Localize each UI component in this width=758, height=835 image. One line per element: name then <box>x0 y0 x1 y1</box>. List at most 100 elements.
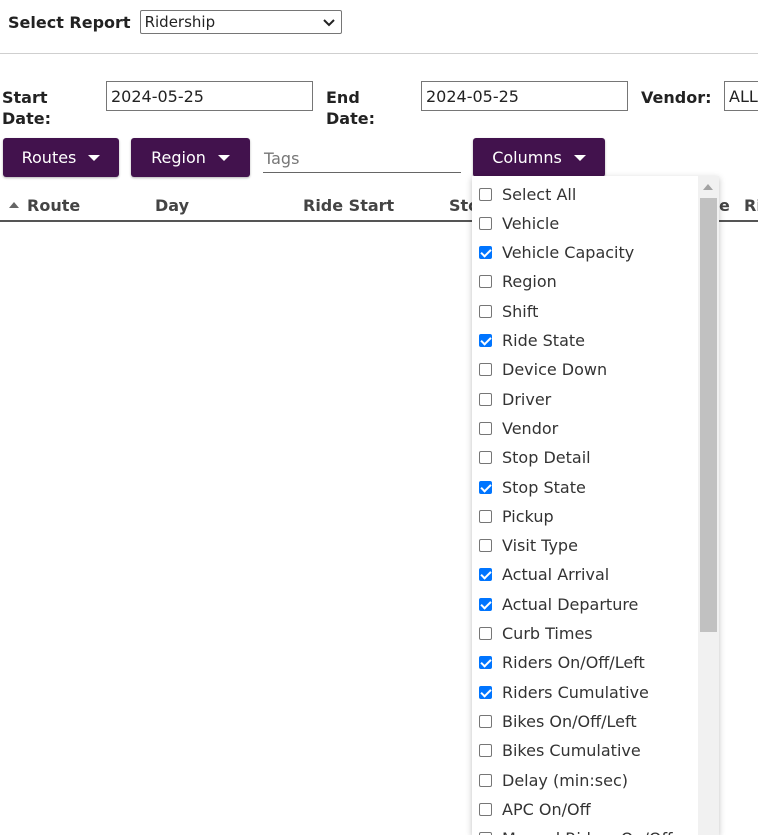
checkbox[interactable] <box>479 334 492 347</box>
column-option[interactable]: Actual Arrival <box>479 563 609 587</box>
columns-dropdown[interactable]: Select All Vehicle Vehicle Capacity Region S… <box>472 176 719 835</box>
checkbox[interactable] <box>479 363 492 377</box>
checkbox[interactable] <box>479 714 492 728</box>
routes-button-label: Routes <box>21 148 77 167</box>
checkbox[interactable] <box>479 451 492 465</box>
column-option-label: Manual Riders On/Off <box>502 829 673 835</box>
dropdown-scrollbar[interactable] <box>698 176 719 835</box>
checkbox[interactable] <box>479 627 492 640</box>
start-date-label-line2: Date: <box>2 109 51 128</box>
column-option[interactable]: Device Down <box>479 358 607 382</box>
column-option-label: Pickup <box>502 506 554 526</box>
column-option-label: Riders On/Off/Left <box>502 653 645 673</box>
column-option-label: Actual Arrival <box>502 565 610 585</box>
columns-button-label: Columns <box>492 148 562 167</box>
column-option-label: Vehicle <box>502 213 560 233</box>
checkbox[interactable] <box>479 216 492 230</box>
checkbox[interactable] <box>479 275 492 289</box>
report-page: Select Report Ridership Start Date: 2024… <box>0 0 758 835</box>
column-option-label: Vehicle Capacity <box>502 243 635 263</box>
checkbox[interactable] <box>479 421 492 435</box>
checkbox[interactable] <box>479 773 492 787</box>
end-date-label-line1: End <box>326 88 360 107</box>
checkbox[interactable] <box>479 656 492 670</box>
column-option-label: Visit Type <box>502 536 578 556</box>
column-header-route[interactable]: Route <box>9 196 80 215</box>
column-option[interactable]: Shift <box>479 299 538 323</box>
end-date-input[interactable]: 2024-05-25 <box>421 81 628 111</box>
column-option[interactable]: Vendor <box>479 416 558 440</box>
tags-placeholder: Tags <box>264 149 300 168</box>
column-header-partial[interactable]: e <box>719 196 730 215</box>
column-header-route-label: Route <box>27 196 81 215</box>
columns-button[interactable]: Columns <box>473 138 605 177</box>
column-option[interactable]: Select All <box>479 182 576 206</box>
column-option-label: Shift <box>502 301 539 321</box>
column-option[interactable]: APC On/Off <box>479 797 591 821</box>
checkbox[interactable] <box>479 744 492 758</box>
column-option[interactable]: Bikes Cumulative <box>479 739 641 763</box>
column-option[interactable]: Ride State <box>479 329 585 353</box>
column-option-label: Riders Cumulative <box>502 682 649 702</box>
tags-input[interactable]: Tags <box>263 145 461 173</box>
column-option[interactable]: Stop Detail <box>479 446 591 470</box>
column-option-label: Device Down <box>502 360 608 380</box>
routes-button[interactable]: Routes <box>3 138 119 177</box>
select-report-label: Select Report <box>8 12 131 32</box>
checkbox[interactable] <box>479 187 492 201</box>
report-selector-row: Select Report Ridership <box>8 10 342 34</box>
checkbox[interactable] <box>479 480 492 494</box>
column-option[interactable]: Driver <box>479 387 551 411</box>
sort-ascending-icon <box>9 202 19 208</box>
checkbox[interactable] <box>479 392 492 406</box>
report-select[interactable]: Ridership <box>139 10 342 34</box>
column-header-riders[interactable]: Ri <box>744 196 758 215</box>
region-button-label: Region <box>151 148 206 167</box>
column-option-label: Stop Detail <box>502 448 591 468</box>
column-option[interactable]: Curb Times <box>479 622 593 646</box>
report-select-value: Ridership <box>144 13 216 31</box>
column-option-label: Curb Times <box>502 624 593 643</box>
caret-down-icon <box>217 154 230 161</box>
column-option[interactable]: Vehicle <box>479 211 559 235</box>
checkbox[interactable] <box>479 509 492 523</box>
checkbox[interactable] <box>479 685 492 699</box>
column-option[interactable]: Riders Cumulative <box>479 680 649 704</box>
region-button[interactable]: Region <box>131 138 250 177</box>
column-option-label: Region <box>502 272 557 292</box>
column-option-label: Select All <box>502 184 577 204</box>
column-option[interactable]: Manual Riders On/Off <box>479 827 673 835</box>
scrollbar-thumb[interactable] <box>700 198 717 632</box>
column-option[interactable]: Riders On/Off/Left <box>479 651 645 675</box>
checkbox[interactable] <box>479 802 492 816</box>
column-header-day[interactable]: Day <box>155 196 189 215</box>
column-option-label: Stop State <box>502 477 586 497</box>
checkbox[interactable] <box>479 568 492 582</box>
column-option-label: Driver <box>502 389 552 409</box>
scroll-up-arrow-icon[interactable] <box>703 184 713 190</box>
column-option-label: Vendor <box>502 418 559 438</box>
start-date-label-line1: Start <box>2 88 48 107</box>
column-header-ride-start[interactable]: Ride Start <box>303 196 394 215</box>
column-option-label: APC On/Off <box>502 799 591 819</box>
caret-down-icon <box>573 154 586 161</box>
column-option[interactable]: Pickup <box>479 504 554 528</box>
chevron-down-icon <box>322 16 335 30</box>
checkbox[interactable] <box>479 539 492 553</box>
vendor-select[interactable]: ALL <box>724 81 758 111</box>
start-date-input[interactable]: 2024-05-25 <box>106 81 313 111</box>
column-option[interactable]: Vehicle Capacity <box>479 241 634 265</box>
start-date-label: Start Date: <box>2 87 51 129</box>
column-option[interactable]: Stop State <box>479 475 586 499</box>
end-date-value: 2024-05-25 <box>426 86 519 106</box>
checkbox[interactable] <box>479 597 492 611</box>
column-option[interactable]: Delay (min:sec) <box>479 768 628 792</box>
column-option[interactable]: Region <box>479 270 557 294</box>
column-option[interactable]: Visit Type <box>479 534 578 558</box>
column-option[interactable]: Bikes On/Off/Left <box>479 709 637 733</box>
checkbox[interactable] <box>479 304 492 318</box>
checkbox[interactable] <box>479 246 492 260</box>
column-option-label: Bikes Cumulative <box>502 741 641 761</box>
column-option[interactable]: Actual Departure <box>479 592 638 616</box>
vendor-select-value: ALL <box>729 86 758 106</box>
